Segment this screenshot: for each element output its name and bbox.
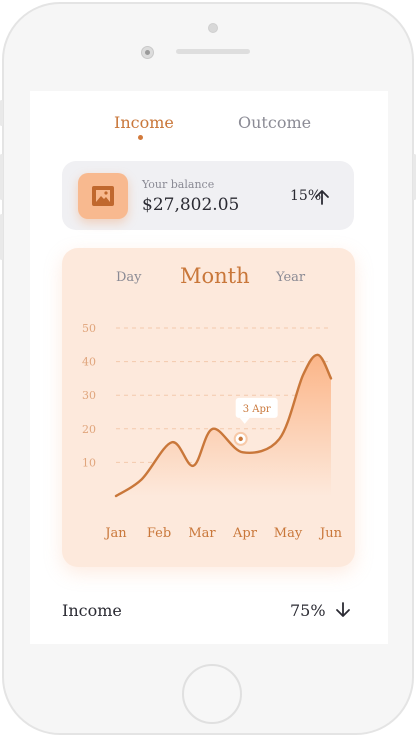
data-point-center xyxy=(238,436,243,442)
x-tick-label: Apr xyxy=(232,526,258,541)
earpiece-speaker xyxy=(176,49,250,54)
balance-amount: $27,802.05 xyxy=(142,195,240,215)
balance-label: Your balance xyxy=(142,178,215,191)
front-camera xyxy=(141,46,154,59)
power-button xyxy=(413,154,416,200)
side-button xyxy=(0,100,3,126)
home-button[interactable] xyxy=(182,664,242,724)
tooltip-pointer xyxy=(239,417,250,424)
balance-card[interactable]: Your balance $27,802.05 15% xyxy=(62,161,354,230)
income-outcome-tabs: Income Outcome xyxy=(30,113,388,143)
y-tick-label: 10 xyxy=(82,456,96,469)
wallet-image-icon xyxy=(92,186,114,206)
arrow-up-icon xyxy=(315,190,329,205)
active-tab-indicator xyxy=(138,135,143,140)
footer-income-label: Income xyxy=(62,601,122,620)
x-tick-label: Jun xyxy=(318,526,343,541)
x-tick-label: May xyxy=(274,526,303,541)
volume-down-button xyxy=(0,214,3,260)
y-tick-label: 40 xyxy=(82,356,96,369)
area-fill xyxy=(116,354,331,496)
proximity-sensor xyxy=(208,23,218,33)
y-tick-label: 50 xyxy=(82,322,96,335)
tab-income[interactable]: Income xyxy=(114,113,174,132)
y-tick-label: 20 xyxy=(82,423,96,436)
y-tick-label: 30 xyxy=(82,389,96,402)
tab-outcome[interactable]: Outcome xyxy=(238,113,311,132)
x-tick-label: Mar xyxy=(188,526,216,541)
x-tick-label: Feb xyxy=(147,526,171,541)
income-area-chart: 10 20 30 40 50 3 Apr Jan Feb Mar Apr May Jun xyxy=(82,322,343,541)
tooltip-label: 3 Apr xyxy=(243,404,271,415)
chart-card: Day Month Year 10 20 30 40 50 3 Apr Jan Feb Mar A… xyxy=(62,248,355,567)
volume-up-button xyxy=(0,154,3,200)
wallet-button[interactable] xyxy=(78,173,128,219)
arrow-down-icon[interactable] xyxy=(335,601,351,619)
footer-income-percent: 75% xyxy=(290,601,326,620)
app-screen: Income Outcome Your balance $27,802.05 1… xyxy=(30,91,388,644)
x-tick-label: Jan xyxy=(103,526,127,541)
